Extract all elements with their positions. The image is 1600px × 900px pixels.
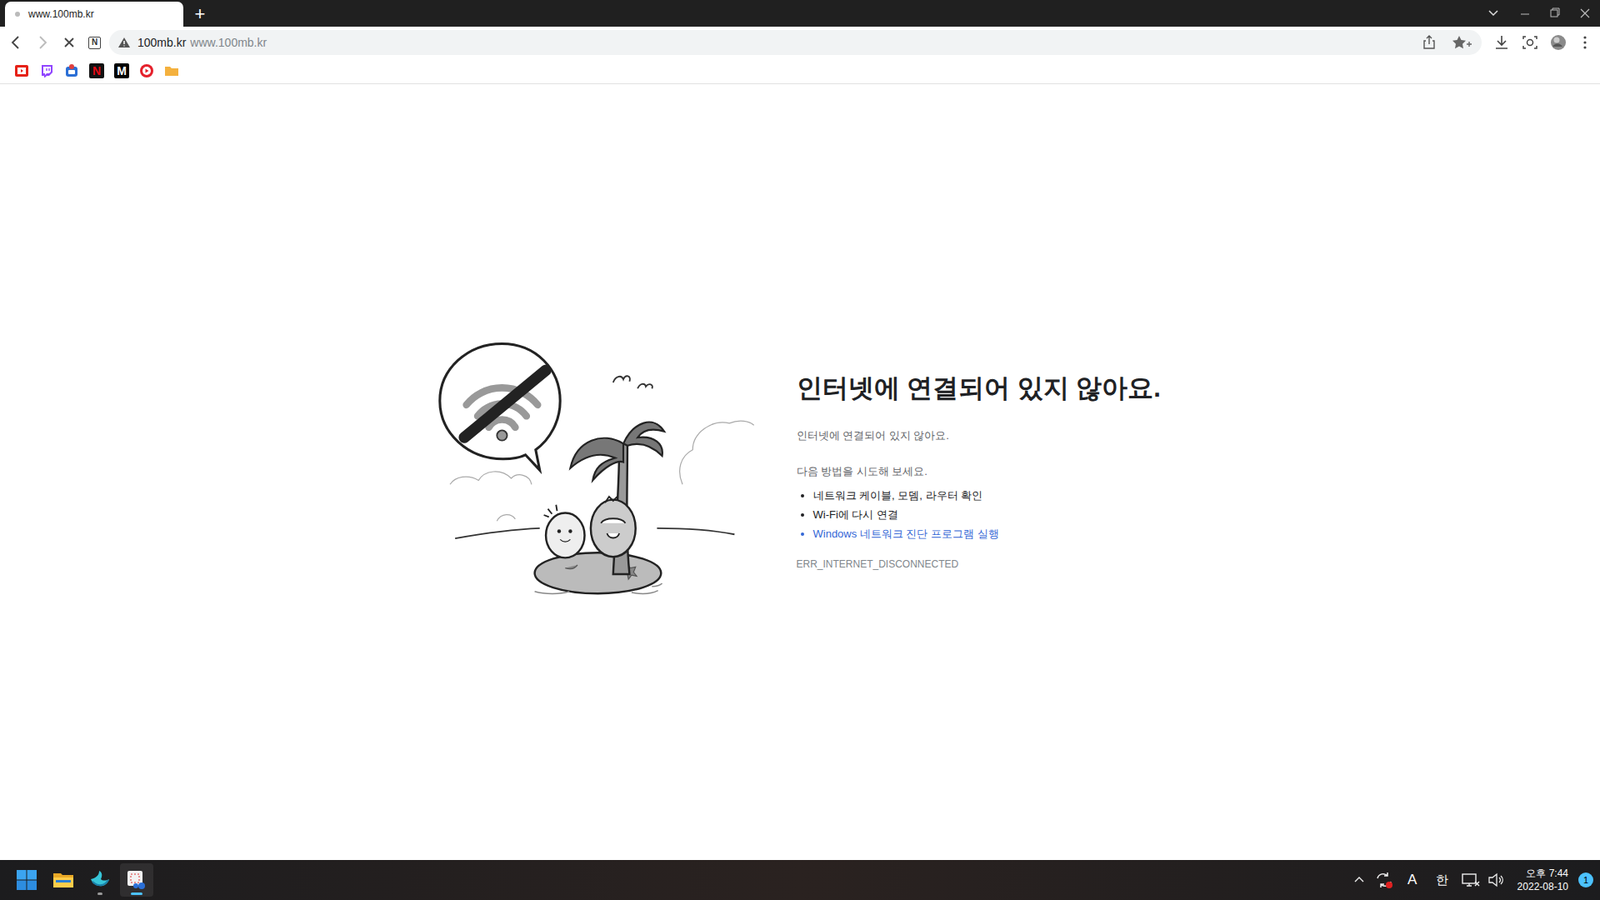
show-hidden-icons-icon[interactable] bbox=[1349, 870, 1370, 890]
running-indicator bbox=[130, 892, 143, 895]
taskbar-app[interactable] bbox=[46, 863, 80, 897]
whale-browser-icon bbox=[89, 869, 111, 891]
profile-icon[interactable] bbox=[1545, 30, 1572, 55]
minimize-icon[interactable] bbox=[1510, 0, 1540, 27]
sync-icon[interactable] bbox=[1372, 870, 1396, 890]
clock-time: 오후 7:44 bbox=[1525, 866, 1569, 880]
bookmark-item[interactable]: N bbox=[86, 60, 107, 81]
screenshot-icon[interactable] bbox=[1516, 30, 1544, 55]
browser-tab[interactable]: www.100mb.kr bbox=[5, 1, 184, 27]
suggestion-list: 네트워크 케이블, 모뎀, 라우터 확인Wi-Fi에 다시 연결Windows … bbox=[796, 485, 1164, 544]
tab-strip: www.100mb.kr + bbox=[0, 0, 1600, 27]
youtube-icon bbox=[14, 63, 30, 79]
ime-indicator[interactable]: 한 bbox=[1429, 872, 1456, 889]
tab-list-icon[interactable] bbox=[1476, 0, 1510, 27]
not-secure-icon[interactable] bbox=[117, 35, 131, 50]
new-tab-button[interactable]: + bbox=[185, 1, 215, 27]
suggestion-item[interactable]: Windows 네트워크 진단 프로그램 실행 bbox=[813, 524, 1164, 544]
tab-title: www.100mb.kr bbox=[28, 8, 95, 20]
stop-icon[interactable] bbox=[56, 30, 82, 55]
address-url: www.100mb.kr bbox=[190, 35, 267, 50]
notification-badge[interactable]: 1 bbox=[1578, 872, 1594, 888]
clock-date: 2022-08-10 bbox=[1517, 880, 1569, 894]
netflix-icon: N bbox=[89, 63, 105, 79]
forward-icon[interactable] bbox=[30, 30, 55, 55]
desktop: www.100mb.kr + N 100mb.kr www.100mb.kr NM 인터넷에… bbox=[0, 0, 1600, 900]
suggestion-item: Wi-Fi에 다시 연결 bbox=[813, 505, 1164, 525]
folder-icon bbox=[164, 63, 180, 79]
file-explorer-icon bbox=[52, 869, 75, 891]
error-code: ERR_INTERNET_DISCONNECTED bbox=[796, 558, 1164, 570]
taskbar: A한 오후 7:442022-08-10 1 bbox=[0, 860, 1600, 900]
taskbar-app[interactable] bbox=[120, 863, 154, 897]
running-indicator bbox=[97, 892, 103, 895]
site-badge[interactable]: N bbox=[88, 36, 101, 50]
bookmark-item[interactable] bbox=[11, 60, 32, 81]
error-description: 인터넷에 연결되어 있지 않아요. bbox=[796, 428, 1164, 444]
speaker-icon[interactable] bbox=[1485, 870, 1506, 890]
bookmark-star-icon[interactable] bbox=[1448, 32, 1477, 53]
close-icon[interactable] bbox=[1570, 0, 1600, 27]
bookmark-item[interactable] bbox=[161, 60, 182, 81]
restore-icon[interactable] bbox=[1540, 0, 1570, 27]
error-heading: 인터넷에 연결되어 있지 않아요. bbox=[796, 372, 1164, 404]
windows-icon bbox=[15, 869, 38, 891]
taskbar-app[interactable] bbox=[83, 863, 117, 897]
twitch-icon bbox=[39, 63, 55, 79]
bookmarks-bar: NM bbox=[0, 58, 1600, 85]
toolbar: N 100mb.kr www.100mb.kr bbox=[0, 26, 1600, 59]
share-icon[interactable] bbox=[1416, 32, 1442, 53]
bookmark-item[interactable] bbox=[136, 60, 157, 81]
bookmark-item[interactable]: M bbox=[111, 60, 132, 81]
medium-icon: M bbox=[114, 63, 130, 79]
offline-illustration-icon bbox=[437, 341, 755, 602]
error-message: 인터넷에 연결되어 있지 않아요. 인터넷에 연결되어 있지 않아요. 다음 방법을… bbox=[796, 372, 1164, 570]
address-bar[interactable]: 100mb.kr www.100mb.kr bbox=[109, 30, 1482, 55]
error-page: 인터넷에 연결되어 있지 않아요. 인터넷에 연결되어 있지 않아요. 다음 방법을… bbox=[0, 84, 1600, 860]
back-icon[interactable] bbox=[3, 30, 29, 55]
bookmark-item[interactable] bbox=[61, 60, 82, 81]
start-button[interactable] bbox=[10, 863, 44, 897]
clock[interactable]: 오후 7:442022-08-10 bbox=[1517, 866, 1569, 894]
video-icon bbox=[139, 63, 155, 79]
suggestion-item: 네트워크 케이블, 모뎀, 라우터 확인 bbox=[813, 485, 1164, 505]
suggestions-label: 다음 방법을 시도해 보세요. bbox=[796, 464, 1164, 480]
app-icon bbox=[64, 63, 80, 79]
bookmark-item[interactable] bbox=[36, 60, 57, 81]
menu-icon[interactable] bbox=[1573, 30, 1597, 55]
loading-icon bbox=[15, 11, 20, 17]
download-icon[interactable] bbox=[1488, 30, 1515, 55]
address-host: 100mb.kr bbox=[137, 35, 186, 50]
snipping-tool-icon bbox=[125, 869, 148, 891]
network-disconnected-icon[interactable] bbox=[1459, 870, 1483, 890]
input-mode-indicator[interactable]: A bbox=[1399, 871, 1426, 889]
